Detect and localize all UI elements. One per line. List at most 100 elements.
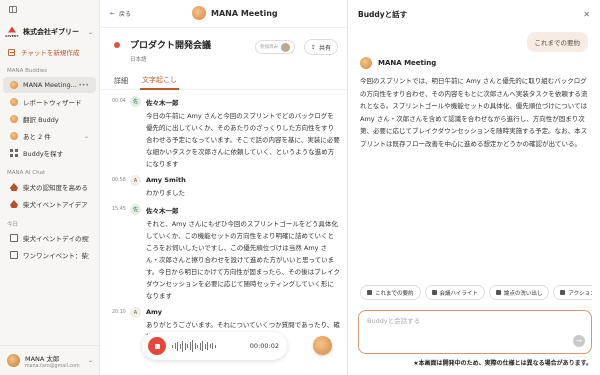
utterance-text: 今日の午前に Amy さんと今回のスプリントでどのバックログを優先的に出していく… — [146, 112, 340, 168]
transcript-entry: 00:58 A Amy Smith わかりました — [100, 175, 348, 199]
avatar-icon — [10, 115, 18, 123]
org-name: 株式会社ギブリー — [23, 28, 79, 36]
sidebar-item-label: 翻訳 Buddy — [23, 116, 59, 124]
participants-badge[interactable]: 参加済み — [255, 40, 295, 54]
arrow-right-icon: → — [576, 337, 582, 345]
meeting-header: ← 戻る MANA Meeting — [100, 0, 347, 28]
chip-issues[interactable]: 論点の洗い出し — [488, 285, 550, 300]
sidebar-item-chat[interactable]: 柴犬イベントデイの視覚と... — [3, 230, 96, 246]
recording-bar: 00:00:02 — [142, 332, 287, 360]
grid-icon — [10, 149, 18, 157]
sidebar-item-mana-meeting[interactable]: MANA Meeting... ••• — [3, 77, 96, 93]
share-icon: ⇪ — [311, 43, 317, 51]
avatar-icon — [10, 132, 18, 140]
chat-icon — [10, 183, 18, 191]
sidebar-item-translate-buddy[interactable]: 翻訳 Buddy — [3, 111, 96, 127]
tab-details[interactable]: 詳細 — [112, 72, 130, 90]
avatar-icon — [10, 98, 18, 106]
user-email: mana.taro@gmail.com — [25, 363, 80, 369]
user-message: これまでの要約 — [526, 32, 588, 52]
avatar — [360, 57, 372, 69]
panel-title: Buddyと話す — [358, 9, 408, 19]
chevron-down-icon: ⌄ — [87, 28, 93, 36]
panel-header: Buddyと話す ✕ — [348, 0, 600, 28]
back-label: 戻る — [119, 11, 132, 18]
org-logo-text: GIVERY — [5, 33, 19, 38]
bot-message: 今回のスプリントでは、明日午前に Amy さんと優先的に取り組むバックログの方向… — [360, 77, 588, 148]
sidebar-item-label: MANA Meeting... — [23, 81, 77, 89]
transcript-entry: 15:45 佐 佐々木一郎 それと、Amy さんにもぜひ今回のスプリントゴールを… — [100, 204, 348, 302]
language-label: 日本語 — [130, 57, 147, 63]
sidebar-item-find-buddy[interactable]: Buddyを探す — [3, 145, 96, 161]
sidebar-item-more-buddies[interactable]: あと 2 件 ⌄ — [3, 128, 96, 144]
avatar-icon — [10, 81, 18, 89]
bot-name: MANA Meeting — [378, 59, 437, 67]
bot-header: MANA Meeting — [360, 57, 436, 69]
back-button[interactable]: ← 戻る — [110, 9, 131, 18]
chip-label: 会議ハイライト — [439, 290, 478, 297]
chip-highlight[interactable]: 会議ハイライト — [424, 285, 485, 300]
buddy-chat-panel: Buddyと話す ✕ これまでの要約 MANA Meeting 今回のスプリント… — [348, 0, 600, 375]
more-icon[interactable]: ••• — [78, 82, 89, 89]
speaker-name: 佐々木一郎 — [146, 207, 179, 215]
new-chat-button[interactable]: チャットを新規作成 — [0, 45, 99, 59]
sidebar-item-chat[interactable]: ワンワンイベント：柴犬キ... — [3, 247, 96, 263]
recording-timer: 00:00:02 — [249, 342, 279, 350]
transcript-entry: 00:04 佐 佐々木一郎 今日の午前に Amy さんと今回のスプリントでどのバ… — [100, 96, 348, 170]
buddy-avatar-button[interactable] — [313, 336, 332, 355]
suggestion-chips: これまでの要約 会議ハイライト 論点の洗い出し アクション — [360, 285, 592, 301]
new-chat-icon — [8, 48, 15, 56]
user-menu[interactable]: MANA 太郎 mana.taro@gmail.com ⌄ — [0, 345, 100, 375]
sidebar-item-report-wizard[interactable]: レポートウィザード — [3, 94, 96, 110]
share-button[interactable]: ⇪ 共有 — [304, 39, 339, 55]
sidebar-toggle[interactable] — [0, 0, 99, 18]
waveform-icon — [172, 340, 250, 352]
org-logo-icon: GIVERY — [5, 25, 19, 39]
document-icon — [10, 251, 18, 259]
avatar — [192, 6, 206, 20]
chip-label: 論点の洗い出し — [503, 290, 543, 297]
org-switcher[interactable]: GIVERY 株式会社ギブリー ⌄ — [0, 18, 99, 40]
chevron-down-icon: ⌄ — [87, 357, 93, 364]
tab-bar: 詳細 文字起こし — [100, 72, 347, 90]
sidebar-item-label: あと 2 件 — [23, 133, 51, 141]
arrow-left-icon: ← — [110, 10, 116, 17]
page-title-text: MANA Meeting — [211, 8, 278, 18]
chip-summary[interactable]: これまでの要約 — [360, 285, 421, 300]
user-name: MANA 太郎 — [25, 354, 60, 363]
avatar — [7, 354, 20, 367]
speaker-badge: A — [130, 175, 141, 186]
sidebar: GIVERY 株式会社ギブリー ⌄ チャットを新規作成 MANA Buddies… — [0, 0, 100, 375]
stop-recording-button[interactable] — [148, 337, 166, 355]
avatar — [281, 42, 290, 52]
sidebar-item-label: Buddyを探す — [23, 150, 64, 158]
chevron-down-icon: ⌄ — [83, 132, 89, 140]
project-title: プロダクト開発会議 — [130, 41, 212, 51]
ai-chat-heading: MANA AI Chat — [7, 170, 46, 176]
utterance-text: わかりました — [146, 189, 185, 197]
speaker-badge: A — [130, 307, 141, 318]
mic-icon — [367, 290, 372, 295]
sidebar-item-label: 柴犬イベントデイの視覚と... — [23, 235, 89, 243]
stop-icon — [154, 343, 160, 349]
sidebar-item-label: 柴犬イベントアイデア — [23, 201, 88, 209]
sidebar-item-label: ワンワンイベント：柴犬キ... — [23, 252, 89, 260]
buddies-heading: MANA Buddies — [7, 68, 48, 74]
sidebar-item-label: レポートウィザード — [23, 99, 82, 107]
send-button[interactable]: → — [573, 335, 585, 347]
participants-label: 参加済み — [260, 45, 278, 50]
speaker-name: Amy Smith — [146, 176, 186, 184]
close-icon[interactable]: ✕ — [583, 10, 590, 19]
document-icon — [10, 234, 18, 242]
sidebar-item-chat[interactable]: 柴犬イベントアイデア — [3, 196, 96, 212]
chip-action[interactable]: アクション — [553, 285, 592, 300]
chip-label: これまでの要約 — [375, 290, 414, 297]
chat-input[interactable] — [367, 317, 567, 325]
tab-transcript[interactable]: 文字起こし — [140, 72, 179, 90]
sidebar-item-chat[interactable]: 柴犬の認知度を高める — [3, 179, 96, 195]
dev-notice: ★本画面は開発中のため、実際の仕様とは異なる場合があります。 — [413, 360, 592, 367]
recording-dot-icon — [114, 42, 120, 48]
timestamp: 00:58 — [112, 178, 126, 183]
chat-composer: → — [358, 310, 592, 354]
speaker-name: Amy — [146, 308, 163, 316]
